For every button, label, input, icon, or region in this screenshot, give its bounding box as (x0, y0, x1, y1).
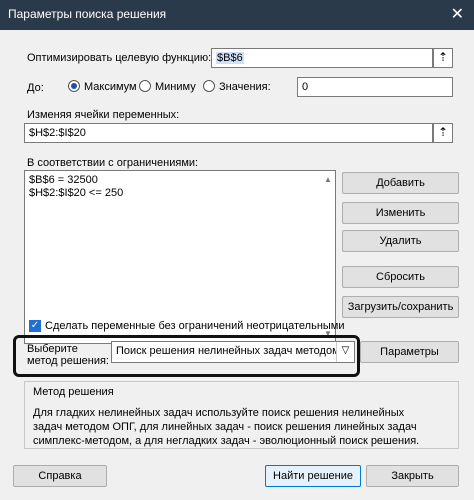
variables-collapse-icon[interactable]: ⇡ (433, 123, 453, 143)
variables-input[interactable]: $H$2:$I$20 (24, 123, 433, 143)
title-bar: Параметры поиска решения ✕ (0, 0, 474, 30)
method-group-title: Метод решения (33, 386, 114, 398)
method-select[interactable]: Поиск решения нелинейных задач методом О… (111, 341, 355, 363)
to-label: До: (27, 82, 44, 94)
value-input-text: 0 (302, 81, 309, 93)
dialog-body: Оптимизировать целевую функцию: $B$6 ⇡ Д… (0, 30, 474, 500)
collapse-dialog-icon[interactable]: ⇡ (433, 48, 453, 68)
objective-label: Оптимизировать целевую функцию: (27, 52, 212, 64)
nonnegative-label: Сделать переменные без ограничений неотр… (45, 320, 345, 332)
radio-min[interactable]: Миниму (139, 80, 196, 93)
reset-button[interactable]: Сбросить (342, 266, 459, 288)
radio-max-label: Максимум (84, 81, 137, 93)
add-button[interactable]: Добавить (342, 172, 459, 194)
value-input[interactable]: 0 (297, 77, 453, 97)
method-description: Для гладких нелинейных задач используйте… (33, 407, 420, 447)
radio-min-label: Миниму (155, 81, 196, 93)
variables-value: $H$2:$I$20 (29, 127, 86, 139)
radio-value-label: Значения: (219, 81, 271, 93)
constraints-label: В соответствии с ограничениями: (27, 157, 199, 169)
radio-max[interactable]: Максимум (68, 80, 137, 93)
constraints-list[interactable]: $B$6 = 32500 $H$2:$I$20 <= 250 ▲ ▼ (24, 170, 336, 344)
method-label-line1: Выберите (27, 343, 78, 355)
radio-min-dot (139, 80, 151, 92)
objective-input[interactable]: $B$6 (211, 48, 433, 68)
constraint-item[interactable]: $H$2:$I$20 <= 250 (29, 187, 123, 199)
chevron-down-icon[interactable]: ▽ (336, 342, 354, 362)
method-groupbox: Метод решения Для гладких нелинейных зад… (24, 381, 459, 449)
close-button[interactable]: Закрыть (366, 465, 459, 487)
options-button[interactable]: Параметры (360, 341, 459, 363)
delete-button[interactable]: Удалить (342, 230, 459, 252)
solve-button[interactable]: Найти решение (265, 465, 361, 487)
radio-value-dot (203, 80, 215, 92)
nonnegative-checkbox[interactable]: ✓ (29, 320, 41, 332)
help-button[interactable]: Справка (13, 465, 107, 487)
load-save-button[interactable]: Загрузить/сохранить (342, 296, 459, 318)
radio-max-dot (68, 80, 80, 92)
method-label-line2: метод решения: (27, 355, 109, 367)
scroll-up-icon[interactable]: ▲ (323, 175, 333, 185)
radio-value[interactable]: Значения: (203, 80, 271, 93)
close-icon[interactable]: ✕ (451, 4, 464, 24)
method-select-value: Поиск решения нелинейных задач методом О… (116, 345, 355, 357)
change-button[interactable]: Изменить (342, 202, 459, 224)
constraint-item[interactable]: $B$6 = 32500 (29, 174, 98, 186)
objective-value: $B$6 (216, 52, 244, 64)
variables-label: Изменяя ячейки переменных: (27, 109, 180, 121)
window-title: Параметры поиска решения (8, 7, 167, 21)
